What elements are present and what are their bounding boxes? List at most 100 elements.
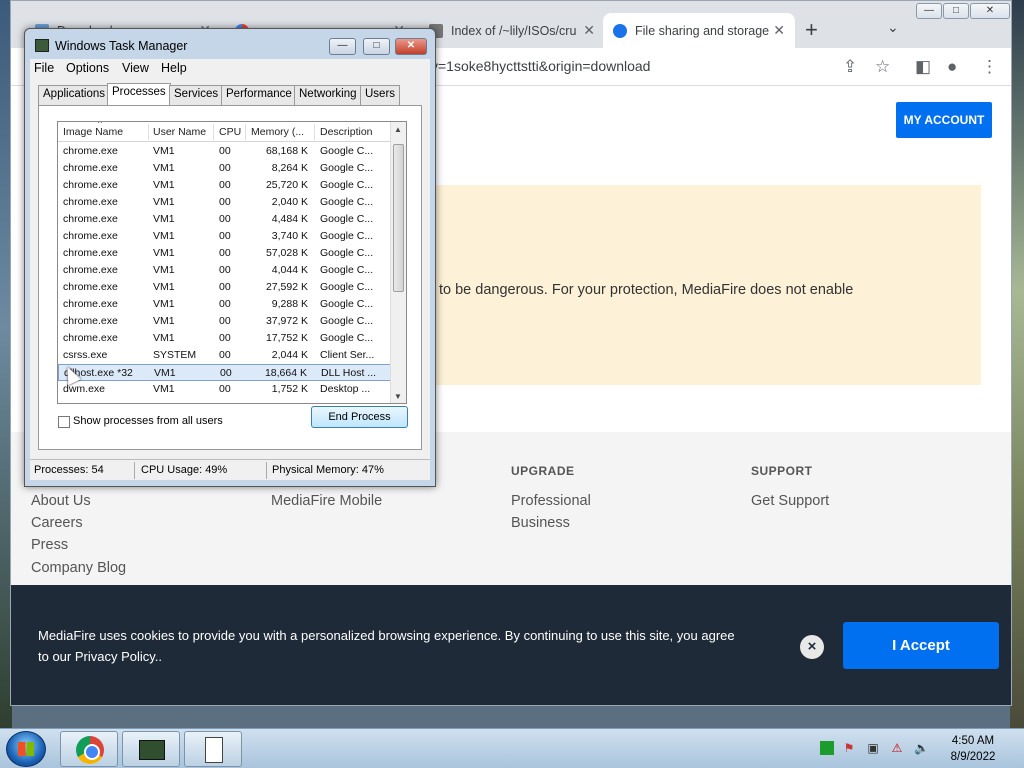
cell-memory: 68,168 K	[265, 145, 308, 157]
tab-search-chevron-icon[interactable]: ⌄	[887, 19, 899, 36]
tab-networking[interactable]: Networking	[294, 85, 362, 105]
cell-user-name: VM1	[153, 315, 175, 327]
column-separator	[314, 124, 315, 140]
cell-cpu: 00	[219, 383, 231, 395]
process-row[interactable]: dwm.exe VM1 00 1,752 K Desktop ...	[58, 381, 391, 398]
process-row[interactable]: chrome.exe VM1 00 3,740 K Google C...	[58, 228, 391, 245]
menu-file[interactable]: File	[34, 61, 54, 75]
tab-users[interactable]: Users	[360, 85, 401, 105]
process-row[interactable]: chrome.exe VM1 00 4,044 K Google C...	[58, 262, 391, 279]
new-tab-button[interactable]: +	[805, 17, 818, 43]
taskbar-task-manager[interactable]	[122, 731, 180, 767]
tab-applications[interactable]: Applications	[38, 85, 111, 105]
cell-image-name: chrome.exe	[63, 162, 118, 174]
process-row[interactable]: chrome.exe VM1 00 27,592 K Google C...	[58, 279, 391, 296]
minimize-button[interactable]: —	[329, 38, 356, 55]
menu-options[interactable]: Options	[66, 61, 109, 75]
flag-icon[interactable]: ⚑	[842, 741, 856, 755]
vertical-scrollbar[interactable]: ▲ ▼	[390, 122, 406, 403]
cell-user-name: SYSTEM	[153, 349, 197, 361]
display-icon[interactable]: ▣	[866, 741, 880, 755]
start-button[interactable]	[6, 731, 46, 767]
cell-cpu: 00	[219, 298, 231, 310]
process-row[interactable]: chrome.exe VM1 00 37,972 K Google C...	[58, 313, 391, 330]
taskbar-notepad[interactable]	[184, 731, 242, 767]
column-memory[interactable]: Memory (...	[251, 126, 304, 138]
scrollbar-thumb[interactable]	[393, 144, 404, 292]
cell-memory: 2,040 K	[271, 196, 308, 208]
cell-image-name: chrome.exe	[63, 179, 118, 191]
process-row[interactable]: dllhost.exe *32 VM1 00 18,664 K DLL Host ...	[58, 364, 391, 381]
profile-avatar-icon[interactable]: ●	[947, 57, 957, 77]
menu-dots-icon[interactable]: ⋮	[981, 57, 998, 77]
tab-index-of[interactable]: Index of /~lily/ISOs/cru ✕	[419, 13, 605, 48]
chrome-icon	[76, 736, 104, 764]
process-row[interactable]: chrome.exe VM1 00 2,040 K Google C...	[58, 194, 391, 211]
tab-close-icon[interactable]: ✕	[773, 22, 785, 39]
close-button[interactable]: ✕	[395, 38, 427, 55]
cell-user-name: VM1	[153, 145, 175, 157]
column-image-name[interactable]: Image Name	[63, 126, 123, 138]
column-user-name[interactable]: User Name	[153, 126, 206, 138]
column-separator	[245, 124, 246, 140]
system-clock[interactable]: 4:50 AM 8/9/2022	[944, 733, 1002, 765]
cell-user-name: VM1	[153, 179, 175, 191]
menu-view[interactable]: View	[122, 61, 149, 75]
footer-link-professional[interactable]: Professional	[511, 493, 591, 509]
process-list[interactable]: Image Name ^ User Name CPU Memory (... D…	[57, 121, 407, 404]
tab-performance[interactable]: Performance	[221, 85, 297, 105]
scroll-down-arrow-icon[interactable]: ▼	[394, 392, 402, 401]
cookie-text: MediaFire uses cookies to provide you wi…	[38, 628, 735, 664]
clock-date: 8/9/2022	[950, 751, 996, 763]
process-list-header: Image Name ^ User Name CPU Memory (... D…	[58, 122, 391, 142]
cell-cpu: 00	[219, 179, 231, 191]
process-row[interactable]: chrome.exe VM1 00 25,720 K Google C...	[58, 177, 391, 194]
tab-mediafire[interactable]: File sharing and storage ✕	[603, 13, 795, 48]
volume-icon[interactable]: 🔈	[914, 741, 929, 755]
network-status-icon[interactable]	[820, 741, 834, 755]
footer-link-about[interactable]: About Us	[31, 493, 91, 509]
close-button[interactable]: ✕	[970, 3, 1010, 19]
tab-close-icon[interactable]: ✕	[583, 22, 595, 39]
menu-help[interactable]: Help	[161, 61, 187, 75]
column-cpu[interactable]: CPU	[219, 126, 241, 138]
cell-memory: 18,664 K	[264, 367, 307, 379]
process-row[interactable]: chrome.exe VM1 00 9,288 K Google C...	[58, 296, 391, 313]
my-account-button[interactable]: MY ACCOUNT	[896, 102, 992, 138]
maximize-button[interactable]: □	[363, 38, 390, 55]
scroll-up-arrow-icon[interactable]: ▲	[394, 125, 402, 134]
footer-link-blog[interactable]: Company Blog	[31, 560, 126, 576]
footer-link-careers[interactable]: Careers	[31, 515, 83, 531]
side-panel-icon[interactable]: ◧	[915, 57, 931, 77]
action-center-icon[interactable]: ⚠	[890, 741, 904, 755]
column-separator	[213, 124, 214, 140]
cell-cpu: 00	[219, 162, 231, 174]
cell-image-name: chrome.exe	[63, 298, 118, 310]
footer-link-get-support[interactable]: Get Support	[751, 493, 829, 509]
end-process-button[interactable]: End Process	[311, 406, 408, 428]
tab-services[interactable]: Services	[169, 85, 224, 105]
cell-user-name: VM1	[153, 264, 175, 276]
footer-link-mobile[interactable]: MediaFire Mobile	[271, 493, 382, 509]
share-icon[interactable]: ⇪	[843, 57, 857, 77]
cell-cpu: 00	[219, 145, 231, 157]
taskbar-chrome[interactable]	[60, 731, 118, 767]
address-bar[interactable]: y=1soke8hycttstti&origin=download	[431, 58, 650, 74]
tab-processes[interactable]: Processes	[107, 83, 171, 106]
process-row[interactable]: chrome.exe VM1 00 17,752 K Google C...	[58, 330, 391, 347]
maximize-button[interactable]: □	[943, 3, 969, 19]
footer-link-business[interactable]: Business	[511, 515, 570, 531]
column-description[interactable]: Description	[320, 126, 373, 138]
cell-memory: 9,288 K	[271, 298, 308, 310]
process-row[interactable]: chrome.exe VM1 00 57,028 K Google C...	[58, 245, 391, 262]
process-row[interactable]: chrome.exe VM1 00 8,264 K Google C...	[58, 160, 391, 177]
show-all-processes-checkbox[interactable]	[58, 416, 70, 428]
cookie-close-icon[interactable]: ×	[800, 635, 824, 659]
accept-cookies-button[interactable]: I Accept	[843, 622, 999, 669]
bookmark-star-icon[interactable]: ☆	[875, 57, 890, 77]
minimize-button[interactable]: —	[916, 3, 942, 19]
footer-link-press[interactable]: Press	[31, 537, 68, 553]
process-row[interactable]: chrome.exe VM1 00 68,168 K Google C...	[58, 143, 391, 160]
process-row[interactable]: chrome.exe VM1 00 4,484 K Google C...	[58, 211, 391, 228]
process-row[interactable]: csrss.exe SYSTEM 00 2,044 K Client Ser...	[58, 347, 391, 364]
